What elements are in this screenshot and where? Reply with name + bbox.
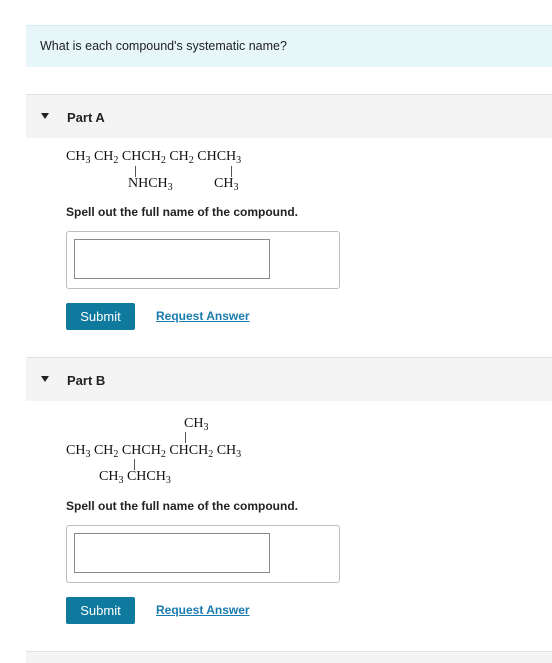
question-text: What is each compound's systematic name? xyxy=(40,39,287,53)
part-b-request-answer-link[interactable]: Request Answer xyxy=(156,603,250,617)
part-b-top-substituent: CH3 xyxy=(184,416,209,433)
part-a-header[interactable]: Part A xyxy=(26,94,552,138)
part-a-substituent-nhch3: NHCH3 xyxy=(128,176,173,193)
part-a-answer-input[interactable] xyxy=(74,239,270,279)
part-b-title: Part B xyxy=(67,373,106,388)
part-b-submit-button[interactable]: Submit xyxy=(66,597,135,624)
part-a-substituent-ch3: CH3 xyxy=(214,176,239,193)
part-b-answer-input[interactable] xyxy=(74,533,270,573)
part-b-bottom-substituent: CH3 CHCH3 xyxy=(99,469,171,486)
part-b-bond-top xyxy=(185,432,186,443)
part-a-request-answer-link[interactable]: Request Answer xyxy=(156,309,250,323)
collapse-triangle-icon[interactable] xyxy=(41,376,49,382)
part-b-answer-container xyxy=(66,525,340,583)
collapse-triangle-icon[interactable] xyxy=(41,113,49,119)
part-a-main-chain: CH3 CH2 CHCH2 CH2 CHCH3 xyxy=(66,149,242,166)
part-b-main-chain: CH3 CH2 CHCH2 CHCH2 CH3 xyxy=(66,443,242,460)
part-a-submit-button[interactable]: Submit xyxy=(66,303,135,330)
part-a-title: Part A xyxy=(67,110,105,125)
part-b-header[interactable]: Part B xyxy=(26,357,552,401)
part-a-answer-container xyxy=(66,231,340,289)
part-a-instruction: Spell out the full name of the compound. xyxy=(66,205,298,219)
question-banner: What is each compound's systematic name? xyxy=(26,25,552,67)
part-b-instruction: Spell out the full name of the compound. xyxy=(66,499,298,513)
next-part-header xyxy=(26,651,552,663)
